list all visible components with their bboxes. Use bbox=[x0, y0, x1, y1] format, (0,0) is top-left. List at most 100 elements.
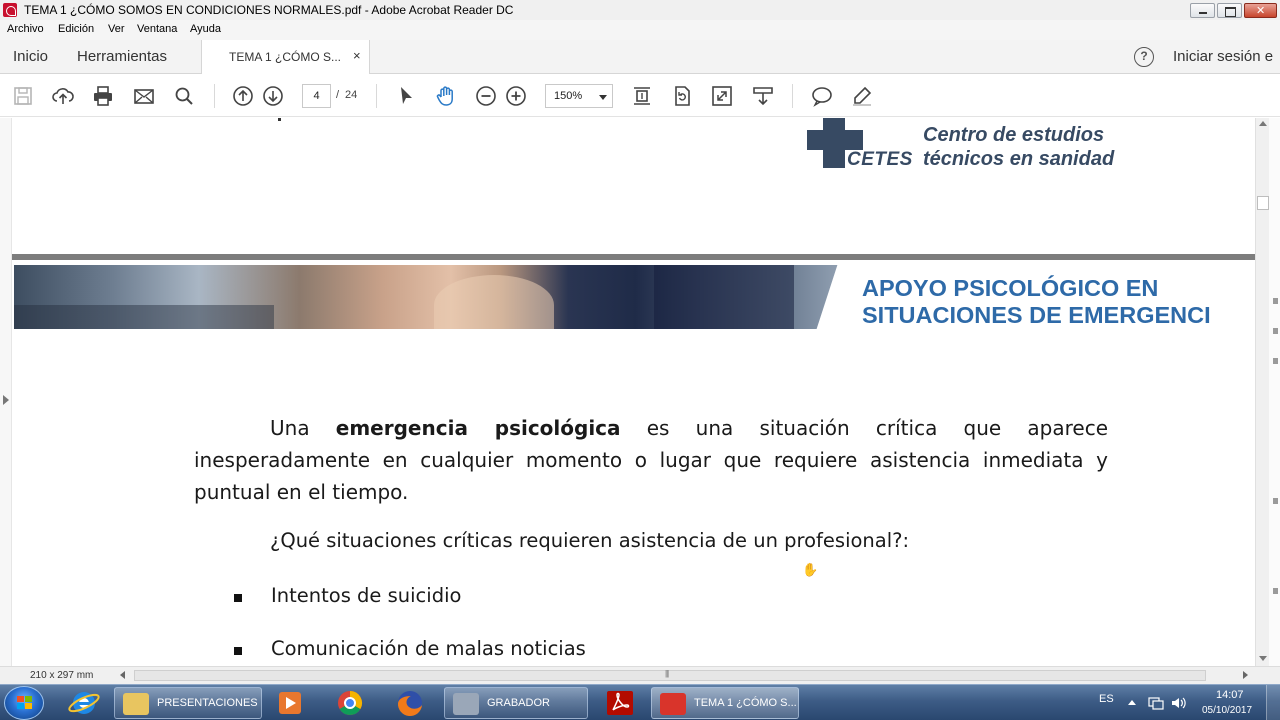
media-player-icon[interactable] bbox=[266, 688, 314, 718]
comment-icon[interactable] bbox=[810, 84, 834, 108]
banner-photo bbox=[14, 265, 854, 329]
tab-herramientas[interactable]: Herramientas bbox=[77, 48, 167, 65]
toolbar-divider bbox=[376, 84, 377, 108]
full-screen-icon[interactable] bbox=[710, 84, 734, 108]
menu-ayuda[interactable]: Ayuda bbox=[190, 23, 221, 35]
acrobat-app-icon bbox=[3, 3, 17, 17]
network-icon[interactable] bbox=[1148, 695, 1164, 710]
help-icon[interactable]: ? bbox=[1134, 47, 1154, 67]
logo-line-1: Centro de estudios bbox=[923, 124, 1105, 146]
taskbar-grabador-label: GRABADOR bbox=[487, 697, 550, 709]
clock-time[interactable]: 14:07 bbox=[1216, 689, 1244, 701]
banner-title: APOYO PSICOLÓGICO EN SITUACIONES DE EMER… bbox=[862, 275, 1211, 329]
right-pane-mark bbox=[1273, 588, 1278, 594]
bullet-marker bbox=[234, 647, 242, 655]
cetes-logo: CETES Centro de estudios técnicos en san… bbox=[807, 118, 1147, 172]
taskbar-acrobat-document[interactable]: TEMA 1 ¿CÓMO S... bbox=[651, 687, 799, 719]
scroll-right-icon[interactable] bbox=[1243, 671, 1248, 679]
pdf-page: CETES Centro de estudios técnicos en san… bbox=[12, 118, 1255, 666]
firefox-icon[interactable] bbox=[386, 688, 434, 718]
right-pane-mark bbox=[1273, 358, 1278, 364]
acrobat-taskbar-icon[interactable] bbox=[596, 688, 644, 718]
rotate-page-icon[interactable] bbox=[670, 84, 694, 108]
tab-document[interactable]: TEMA 1 ¿CÓMO S... × bbox=[201, 40, 370, 74]
tab-inicio[interactable]: Inicio bbox=[13, 48, 48, 65]
menu-ver[interactable]: Ver bbox=[108, 23, 125, 35]
select-pointer-icon[interactable] bbox=[394, 84, 418, 108]
minimize-button[interactable] bbox=[1190, 3, 1215, 18]
right-pane-mark bbox=[1273, 298, 1278, 304]
document-viewport[interactable]: CETES Centro de estudios técnicos en san… bbox=[0, 118, 1255, 666]
windows-logo-icon bbox=[17, 696, 33, 710]
taskbar-document-label: TEMA 1 ¿CÓMO S... bbox=[694, 697, 797, 709]
scroll-left-icon[interactable] bbox=[120, 671, 125, 679]
clock-date[interactable]: 05/10/2017 bbox=[1202, 705, 1252, 716]
start-button[interactable] bbox=[4, 686, 44, 720]
fit-page-icon[interactable] bbox=[630, 84, 654, 108]
save-icon[interactable] bbox=[11, 84, 35, 108]
zoom-value: 150% bbox=[554, 90, 583, 102]
window-title: TEMA 1 ¿CÓMO SOMOS EN CONDICIONES NORMAL… bbox=[24, 3, 514, 17]
close-tab-icon[interactable]: × bbox=[353, 48, 361, 63]
zoom-out-icon[interactable] bbox=[474, 84, 498, 108]
expand-panel-icon[interactable] bbox=[3, 395, 9, 405]
previous-page-icon[interactable] bbox=[231, 84, 255, 108]
status-bar: 210 x 297 mm ||| bbox=[0, 666, 1280, 684]
zoom-in-icon[interactable] bbox=[504, 84, 528, 108]
list-item: Comunicación de malas noticias bbox=[271, 637, 586, 660]
language-indicator[interactable]: ES bbox=[1099, 693, 1114, 705]
folder-icon bbox=[123, 693, 149, 715]
menu-ventana[interactable]: Ventana bbox=[137, 23, 177, 35]
question-text: ¿Qué situaciones críticas requieren asis… bbox=[270, 529, 910, 552]
recorder-icon bbox=[453, 693, 479, 715]
highlight-pen-icon[interactable] bbox=[850, 84, 874, 108]
tab-bar: Inicio Herramientas TEMA 1 ¿CÓMO S... × … bbox=[0, 40, 1280, 74]
scroll-grip-icon: ||| bbox=[665, 669, 669, 678]
logo-abbreviation: CETES bbox=[847, 149, 913, 170]
maximize-button[interactable] bbox=[1217, 3, 1242, 18]
internet-explorer-icon[interactable] bbox=[60, 688, 108, 718]
logo-cross-horizontal bbox=[807, 130, 863, 150]
zoom-select[interactable]: 150% bbox=[545, 84, 613, 108]
show-desktop-button[interactable] bbox=[1266, 685, 1280, 720]
scroll-up-icon[interactable] bbox=[1259, 121, 1267, 126]
hand-tool-icon[interactable] bbox=[434, 84, 458, 108]
taskbar-grabador[interactable]: GRABADOR bbox=[444, 687, 588, 719]
show-hidden-icons-icon[interactable] bbox=[1128, 700, 1136, 705]
banner-photo-vehicle bbox=[14, 305, 274, 329]
signin-link[interactable]: Iniciar sesión e bbox=[1173, 48, 1273, 65]
windows-taskbar: PRESENTACIONES GRABADOR TEMA 1 ¿CÓMO S..… bbox=[0, 684, 1280, 720]
taskbar-presentaciones-label: PRESENTACIONES bbox=[157, 697, 258, 709]
menu-archivo[interactable]: Archivo bbox=[7, 23, 44, 35]
chevron-down-icon bbox=[599, 95, 607, 100]
right-pane-mark bbox=[1273, 328, 1278, 334]
volume-icon[interactable] bbox=[1170, 695, 1186, 709]
page-number-input[interactable]: 4 bbox=[302, 84, 331, 108]
upload-cloud-icon[interactable] bbox=[51, 84, 75, 108]
vertical-scrollbar[interactable] bbox=[1255, 118, 1269, 666]
toolbar-divider bbox=[214, 84, 215, 108]
email-icon[interactable] bbox=[132, 84, 156, 108]
toolbar-divider bbox=[792, 84, 793, 108]
right-pane-edge bbox=[1269, 118, 1280, 666]
pdf-icon bbox=[660, 693, 686, 715]
read-mode-icon[interactable] bbox=[751, 84, 775, 108]
next-page-icon[interactable] bbox=[261, 84, 285, 108]
paragraph-bold-term: emergencia psicológica bbox=[335, 416, 621, 440]
window-titlebar: TEMA 1 ¿CÓMO SOMOS EN CONDICIONES NORMAL… bbox=[0, 0, 1280, 20]
scroll-thumb[interactable] bbox=[1257, 196, 1269, 210]
chrome-icon[interactable] bbox=[326, 688, 374, 718]
print-icon[interactable] bbox=[91, 84, 115, 108]
left-panel-toggle[interactable] bbox=[0, 118, 12, 666]
horizontal-scroll-thumb[interactable] bbox=[134, 670, 1206, 681]
list-item: Intentos de suicidio bbox=[271, 584, 462, 607]
taskbar-presentaciones[interactable]: PRESENTACIONES bbox=[114, 687, 262, 719]
menu-edicion[interactable]: Edición bbox=[58, 23, 94, 35]
banner-photo-uniform bbox=[654, 265, 794, 329]
banner-photo-person bbox=[434, 275, 554, 329]
search-icon[interactable] bbox=[172, 84, 196, 108]
scroll-down-icon[interactable] bbox=[1259, 656, 1267, 661]
paragraph-start: Una bbox=[270, 416, 336, 440]
toolbar: 4 / 24 150% bbox=[0, 75, 1280, 117]
close-window-button[interactable] bbox=[1244, 3, 1277, 18]
